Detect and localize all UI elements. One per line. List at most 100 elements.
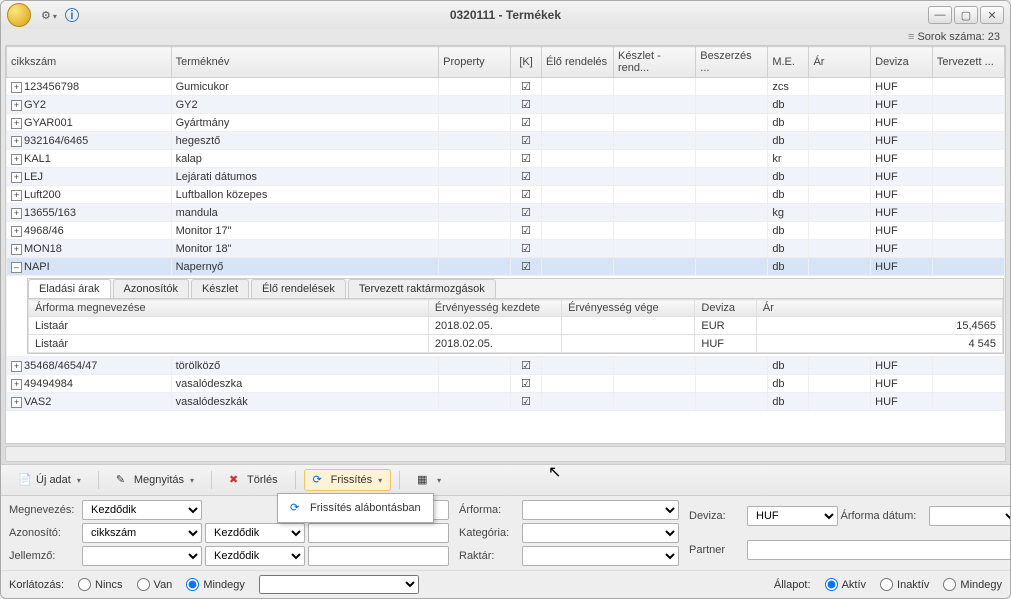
maximize-button[interactable]: ▢ (954, 6, 978, 24)
kategoria-select[interactable] (522, 523, 679, 543)
detail-column-header[interactable]: Érvényesség vége (562, 300, 695, 317)
table-row[interactable]: +49494984vasalódeszka☑dbHUF (7, 375, 1005, 393)
tab-tervezett-raktármozgások[interactable]: Tervezett raktármozgások (348, 279, 496, 298)
detail-row[interactable]: Listaár2018.02.05.HUF4 545 (29, 335, 1003, 353)
grid-icon: ▦ (417, 473, 431, 487)
table-row[interactable]: +MON18Monitor 18"☑dbHUF (7, 240, 1005, 258)
refresh-icon: ⟳ (290, 501, 304, 515)
raktar-label: Raktár: (459, 550, 519, 562)
expand-icon[interactable]: + (11, 82, 22, 93)
expand-icon[interactable]: + (11, 379, 22, 390)
column-header[interactable]: cikkszám (7, 47, 172, 78)
table-row[interactable]: +123456798Gumicukor☑zcsHUF (7, 78, 1005, 96)
detail-column-header[interactable]: Deviza (695, 300, 757, 317)
detail-row[interactable]: Listaár2018.02.05.EUR15,4565 (29, 317, 1003, 335)
tab-élő-rendelések[interactable]: Élő rendelések (251, 279, 346, 298)
new-icon: 📄 (18, 473, 32, 487)
column-header[interactable]: Deviza (871, 47, 933, 78)
table-row[interactable]: +GYAR001Gyártmány☑dbHUF (7, 114, 1005, 132)
allapot-mindegy[interactable] (943, 578, 956, 591)
chevron-down-icon: ▾ (378, 476, 382, 485)
refresh-sub-item[interactable]: ⟳ Frissítés alábontásban (282, 498, 429, 518)
expand-icon[interactable]: + (11, 208, 22, 219)
detail-column-header[interactable]: Árforma megnevezése (29, 300, 429, 317)
azonosito-label: Azonosító: (9, 527, 79, 539)
azonosito-op[interactable]: Kezdődik (205, 523, 305, 543)
azonosito-input[interactable] (308, 523, 449, 543)
expand-icon[interactable]: + (11, 361, 22, 372)
expand-icon[interactable]: + (11, 118, 22, 129)
korlat-label: Korlátozás: (9, 579, 64, 591)
column-header[interactable]: Tervezett ... (932, 47, 1004, 78)
tab-készlet[interactable]: Készlet (191, 279, 249, 298)
new-label: Új adat (36, 474, 71, 486)
arforma-datum-select[interactable] (929, 506, 1011, 526)
megnevezes-op[interactable]: Kezdődik (82, 500, 202, 520)
table-row[interactable]: +LEJLejárati dátumos☑dbHUF (7, 168, 1005, 186)
column-header[interactable]: Property (439, 47, 511, 78)
table-row[interactable]: +Luft200Luftballon közepes☑dbHUF (7, 186, 1005, 204)
expand-icon[interactable]: – (11, 262, 22, 273)
column-header[interactable]: Beszerzés ... (696, 47, 768, 78)
expand-icon[interactable]: + (11, 244, 22, 255)
chevron-down-icon: ▾ (190, 476, 194, 485)
expand-icon[interactable]: + (11, 190, 22, 201)
column-header[interactable]: Terméknév (171, 47, 439, 78)
table-row[interactable]: +932164/6465hegesztő☑dbHUF (7, 132, 1005, 150)
jellemzo-input[interactable] (308, 546, 449, 566)
korlat-van[interactable] (137, 578, 150, 591)
column-header[interactable]: M.E. (768, 47, 809, 78)
detail-column-header[interactable]: Érvényesség kezdete (428, 300, 561, 317)
open-button[interactable]: ✎ Megnyitás ▾ (107, 469, 203, 491)
partner-input[interactable] (747, 540, 1011, 560)
expand-icon[interactable]: + (11, 154, 22, 165)
azonosito-field[interactable]: cikkszám (82, 523, 202, 543)
tab-azonosítók[interactable]: Azonosítók (113, 279, 189, 298)
jellemzo-field[interactable] (82, 546, 202, 566)
table-row[interactable]: +KAL1kalap☑krHUF (7, 150, 1005, 168)
korlat-mindegy[interactable] (186, 578, 199, 591)
close-button[interactable]: ✕ (980, 6, 1004, 24)
table-row[interactable]: –NAPINapernyő☑dbHUF (7, 258, 1005, 276)
deviza-select[interactable]: HUF (747, 506, 838, 526)
expand-icon[interactable]: + (11, 100, 22, 111)
allapot-inaktiv[interactable] (880, 578, 893, 591)
column-header[interactable]: Ár (809, 47, 871, 78)
delete-icon: ✖ (229, 473, 243, 487)
table-row[interactable]: +13655/163mandula☑kgHUF (7, 204, 1005, 222)
minimize-button[interactable]: — (928, 6, 952, 24)
refresh-dropdown: ⟳ Frissítés alábontásban (277, 493, 434, 523)
products-grid[interactable]: cikkszámTerméknévProperty[K]Élő rendelés… (5, 45, 1006, 444)
column-header[interactable]: Élő rendelés (541, 47, 613, 78)
column-header[interactable]: [K] (511, 47, 542, 78)
action-toolbar: 📄 Új adat ▾ ✎ Megnyitás ▾ ✖ Törlés ⟳ Fri… (1, 464, 1010, 495)
popup-label: Frissítés alábontásban (310, 502, 421, 514)
table-row[interactable]: +4968/46Monitor 17"☑dbHUF (7, 222, 1005, 240)
gear-icon[interactable]: ⚙▾ (41, 9, 57, 22)
detail-column-header[interactable]: Ár (756, 300, 1002, 317)
window-title: 0320111 - Termékek (83, 8, 928, 22)
delete-button[interactable]: ✖ Törlés (220, 469, 287, 491)
tab-eladási-árak[interactable]: Eladási árak (28, 279, 111, 298)
extra-button[interactable]: ▦ ▾ (408, 469, 450, 491)
refresh-button[interactable]: ⟳ Frissítés ▾ (304, 469, 392, 491)
arforma-select[interactable] (522, 500, 679, 520)
new-record-button[interactable]: 📄 Új adat ▾ (9, 469, 90, 491)
table-row[interactable]: +GY2GY2☑dbHUF (7, 96, 1005, 114)
column-header[interactable]: Készlet - rend... (614, 47, 696, 78)
expand-icon[interactable]: + (11, 136, 22, 147)
table-row[interactable]: +VAS2vasalódeszkák☑dbHUF (7, 393, 1005, 411)
jellemzo-op[interactable]: Kezdődik (205, 546, 305, 566)
horizontal-scrollbar[interactable] (5, 446, 1006, 462)
korlat-select[interactable] (259, 575, 419, 594)
table-row[interactable]: +35468/4654/47törölköző☑dbHUF (7, 357, 1005, 375)
expand-icon[interactable]: + (11, 397, 22, 408)
info-icon[interactable]: i (65, 8, 79, 22)
kategoria-label: Kategória: (459, 527, 519, 539)
raktar-select[interactable] (522, 546, 679, 566)
expand-icon[interactable]: + (11, 226, 22, 237)
detail-panel: Eladási árakAzonosítókKészletÉlő rendelé… (27, 278, 1004, 354)
korlat-nincs[interactable] (78, 578, 91, 591)
allapot-aktiv[interactable] (825, 578, 838, 591)
expand-icon[interactable]: + (11, 172, 22, 183)
